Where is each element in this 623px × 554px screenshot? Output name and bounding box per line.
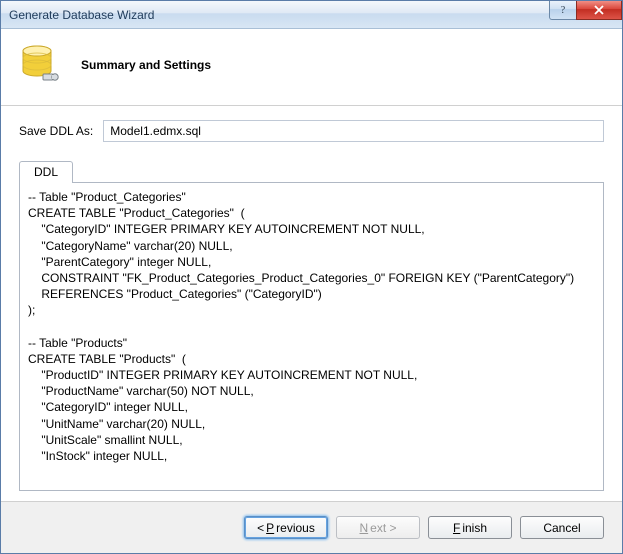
tab-ddl[interactable]: DDL	[19, 161, 73, 183]
wizard-header: Summary and Settings	[1, 29, 622, 105]
page-title: Summary and Settings	[81, 58, 211, 72]
close-icon	[593, 5, 605, 15]
tabstrip: DDL	[19, 160, 604, 182]
save-ddl-label: Save DDL As:	[19, 124, 93, 138]
ddl-panel	[19, 182, 604, 491]
previous-button[interactable]: < Previous	[244, 516, 328, 539]
ddl-textarea[interactable]	[22, 185, 601, 488]
titlebar: Generate Database Wizard ?	[1, 1, 622, 29]
wizard-footer: < Previous Next > Finish Cancel	[1, 502, 622, 553]
help-button[interactable]: ?	[549, 1, 577, 20]
close-button[interactable]	[576, 1, 622, 20]
database-icon	[19, 43, 61, 87]
window-controls: ?	[550, 1, 622, 20]
save-ddl-row: Save DDL As:	[19, 120, 604, 142]
finish-button[interactable]: Finish	[428, 516, 512, 539]
svg-text:?: ?	[561, 5, 566, 15]
window-title: Generate Database Wizard	[9, 8, 154, 22]
wizard-body: Save DDL As: DDL	[1, 106, 622, 501]
cancel-button[interactable]: Cancel	[520, 516, 604, 539]
save-ddl-input[interactable]	[103, 120, 604, 142]
help-icon: ?	[558, 5, 568, 15]
next-button: Next >	[336, 516, 420, 539]
